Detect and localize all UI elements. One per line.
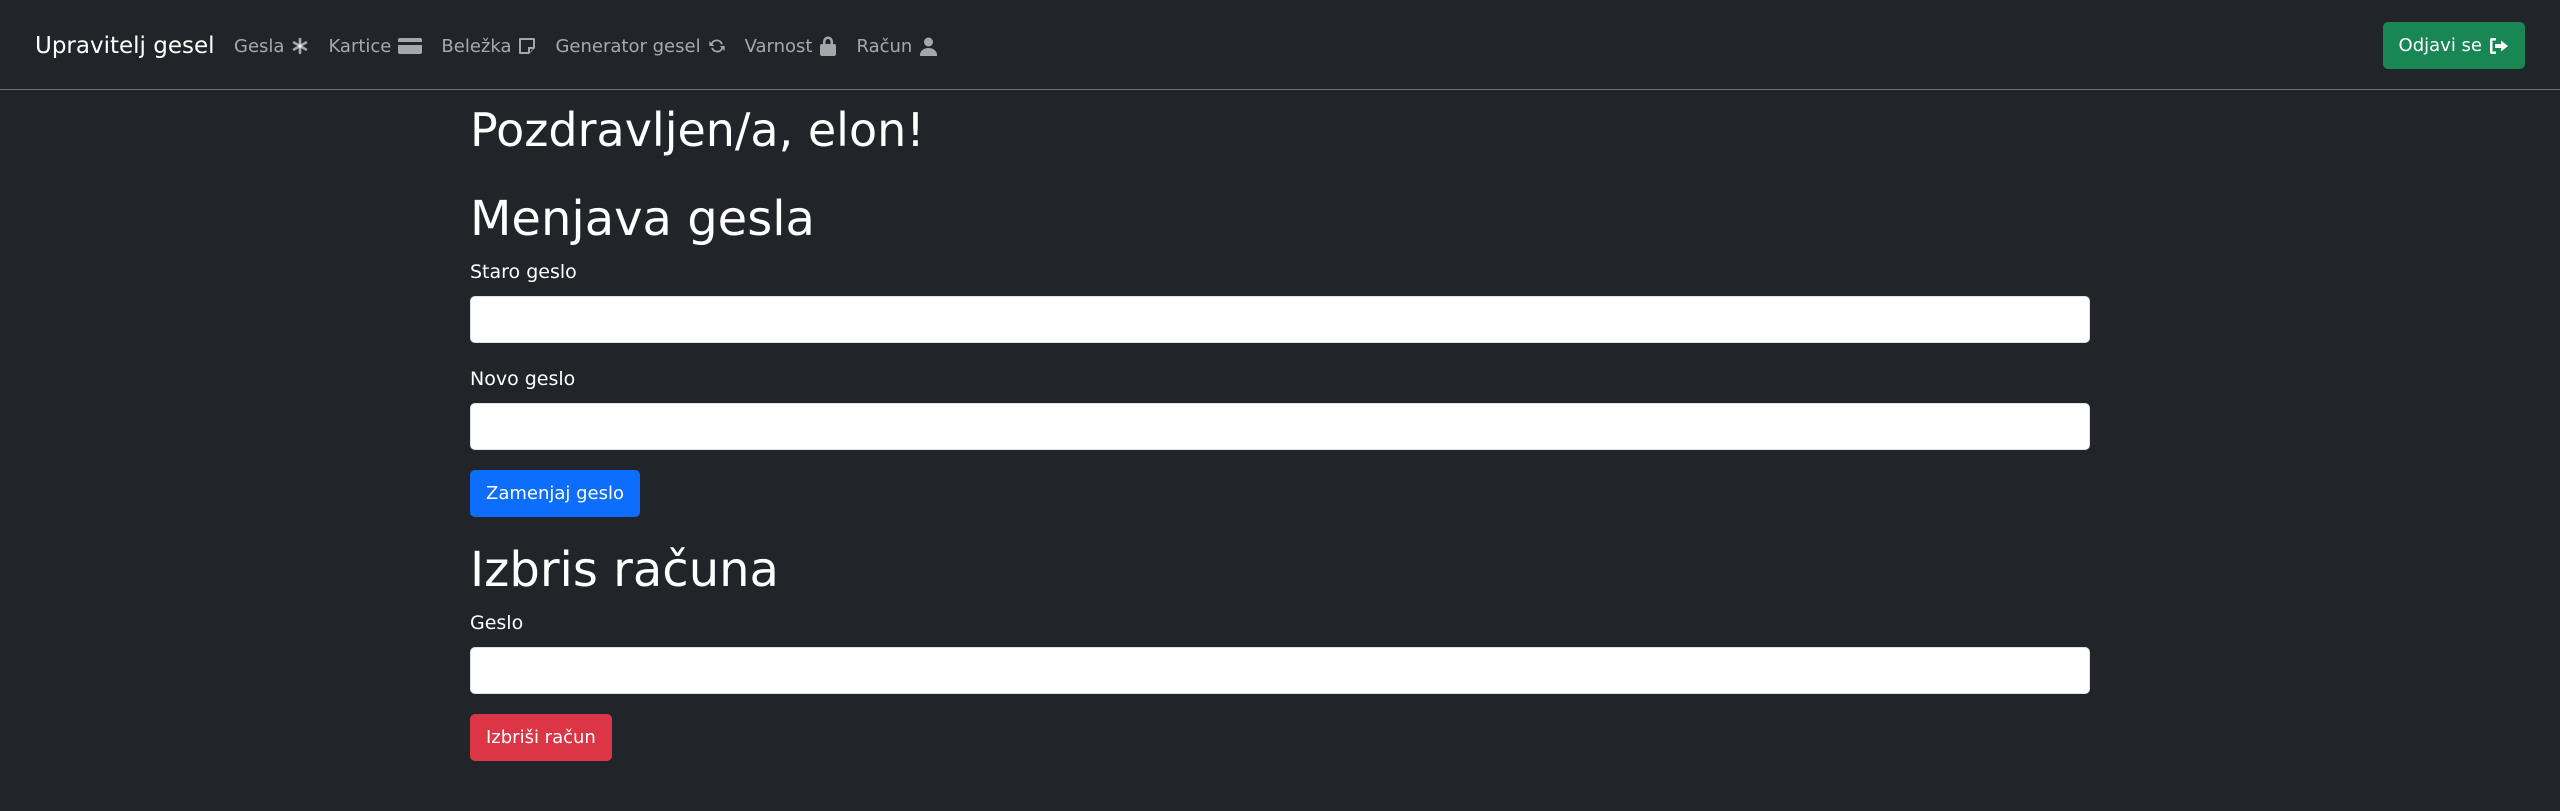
- nav-link-label: Beležka: [441, 35, 512, 57]
- nav-link-kartice[interactable]: Kartice: [328, 36, 423, 57]
- nav-link-racun[interactable]: Račun: [856, 36, 938, 57]
- delete-account-button[interactable]: Izbriši račun: [470, 714, 612, 761]
- nav-link-generator-gesel[interactable]: Generator gesel: [555, 36, 726, 57]
- lock-icon: [818, 36, 838, 56]
- change-password-button[interactable]: Zamenjaj geslo: [470, 470, 641, 517]
- sign-out-icon: [2489, 37, 2509, 55]
- user-icon: [918, 36, 938, 56]
- nav-link-belezka[interactable]: Beležka: [441, 36, 537, 57]
- logout-label: Odjavi se: [2398, 35, 2482, 56]
- new-password-input[interactable]: [470, 403, 2090, 450]
- navbar: Upravitelj gesel Gesla Kartice Beležka G…: [0, 0, 2560, 90]
- old-password-input[interactable]: [470, 296, 2090, 343]
- credit-card-icon: [397, 36, 423, 56]
- old-password-label: Staro geslo: [470, 261, 577, 283]
- nav-link-label: Generator gesel: [555, 35, 701, 57]
- nav-links: Gesla Kartice Beležka Generator gesel Va…: [234, 30, 956, 62]
- greeting-heading: Pozdravljen/a, elon!: [470, 103, 925, 157]
- delete-password-label: Geslo: [470, 612, 524, 634]
- nav-link-varnost[interactable]: Varnost: [745, 36, 839, 57]
- refresh-icon: [707, 36, 727, 56]
- nav-link-label: Račun: [856, 35, 913, 57]
- nav-link-label: Varnost: [744, 35, 813, 57]
- brand[interactable]: Upravitelj gesel: [35, 28, 215, 64]
- delete-password-input[interactable]: [470, 647, 2090, 694]
- new-password-label: Novo geslo: [470, 368, 576, 390]
- change-password-title: Menjava gesla: [470, 191, 815, 247]
- logout-button[interactable]: Odjavi se: [2382, 22, 2525, 69]
- nav-link-label: Kartice: [328, 35, 392, 57]
- nav-link-gesla[interactable]: Gesla: [234, 36, 310, 57]
- asterisk-icon: [290, 36, 310, 56]
- delete-account-title: Izbris računa: [470, 542, 779, 598]
- sticky-note-icon: [517, 36, 537, 56]
- nav-link-label: Gesla: [234, 35, 285, 57]
